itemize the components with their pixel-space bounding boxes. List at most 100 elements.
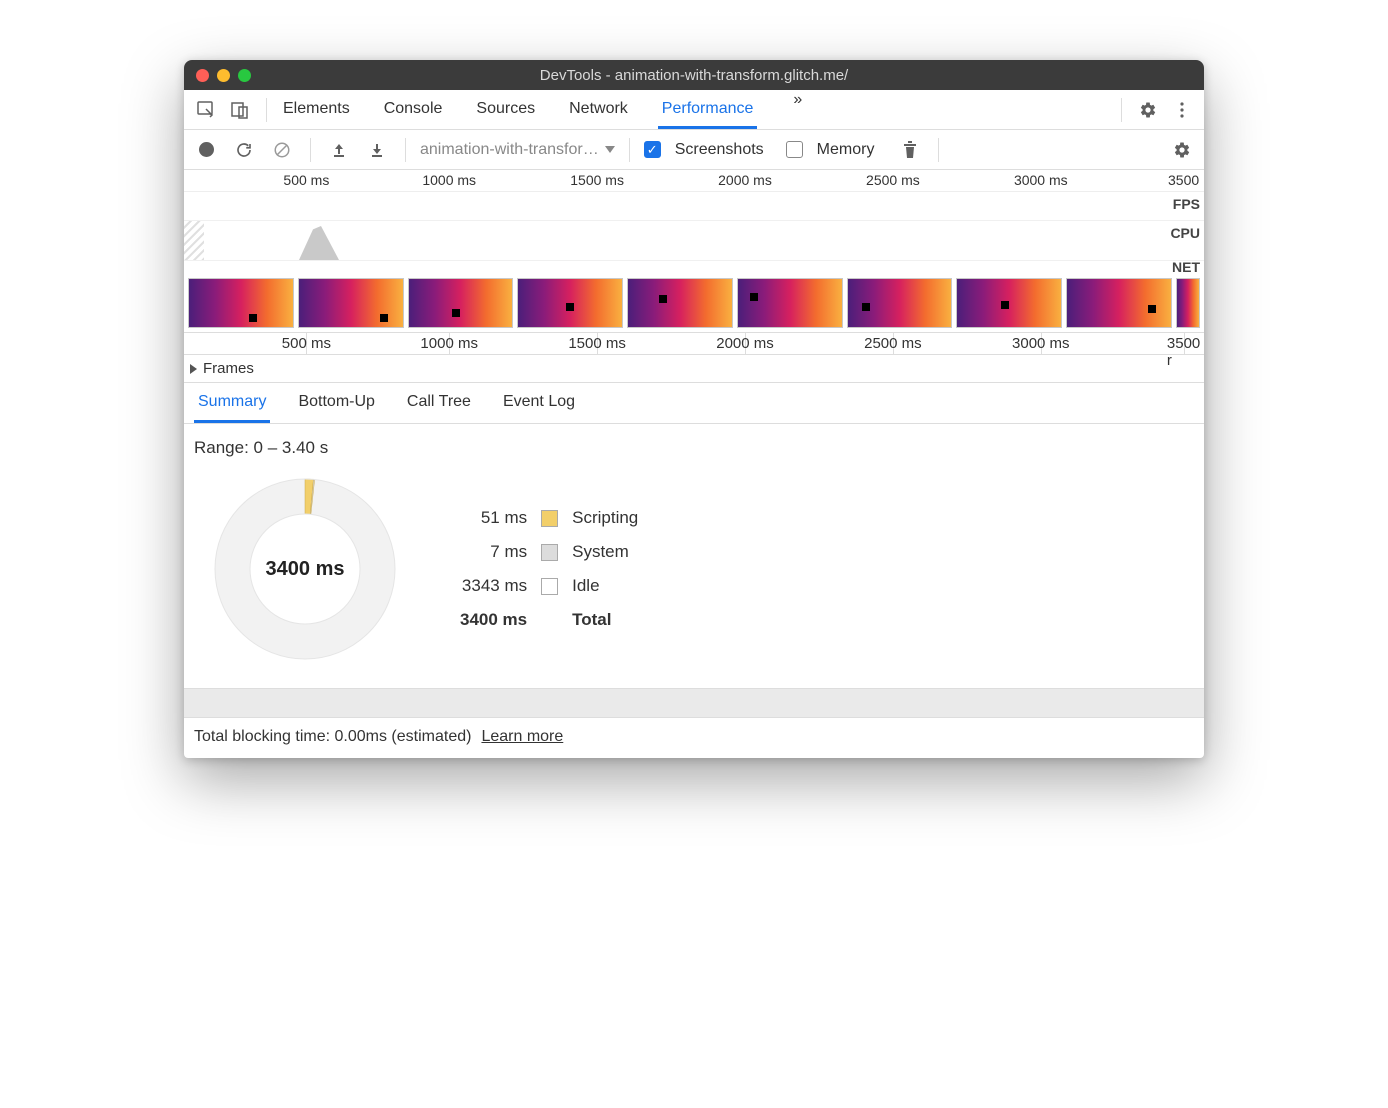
filmstrip-thumb[interactable] — [737, 278, 843, 328]
performance-toolbar: animation-with-transfor… Screenshots Mem… — [184, 130, 1204, 170]
filmstrip-thumb[interactable] — [1066, 278, 1172, 328]
filmstrip-thumb[interactable] — [956, 278, 1062, 328]
titlebar: DevTools - animation-with-transform.glit… — [184, 60, 1204, 90]
minimize-window-button[interactable] — [217, 69, 230, 82]
overview-ruler: 500 ms 1000 ms 1500 ms 2000 ms 2500 ms 3000 m… — [184, 170, 1204, 192]
filmstrip-thumb[interactable] — [408, 278, 514, 328]
settings-icon[interactable] — [1134, 96, 1162, 124]
summary-tabbar: Summary Bottom-Up Call Tree Event Log — [184, 383, 1204, 424]
screenshots-checkbox[interactable] — [644, 141, 661, 158]
animated-square — [249, 314, 257, 322]
footer: Total blocking time: 0.00ms (estimated) … — [184, 718, 1204, 758]
filmstrip — [184, 274, 1204, 332]
delete-profile-button[interactable] — [896, 136, 924, 164]
divider — [310, 138, 311, 162]
traffic-lights — [196, 69, 251, 82]
timeline-tick-label: 500 ms — [282, 335, 331, 352]
resize-bar[interactable] — [184, 688, 1204, 718]
filmstrip-thumb[interactable] — [847, 278, 953, 328]
fps-label: FPS — [1173, 196, 1200, 212]
timeline-tick-label: 2500 ms — [864, 335, 922, 352]
legend-total-label: Total — [572, 610, 638, 630]
tab-event-log[interactable]: Event Log — [499, 383, 579, 423]
ruler-tick-label: 1000 ms — [422, 172, 476, 188]
close-window-button[interactable] — [196, 69, 209, 82]
tab-network[interactable]: Network — [565, 91, 632, 129]
filmstrip-thumb[interactable] — [517, 278, 623, 328]
animated-square — [659, 295, 667, 303]
learn-more-link[interactable]: Learn more — [481, 728, 563, 746]
frames-label: Frames — [203, 360, 254, 377]
animated-square — [1148, 305, 1156, 313]
animated-square — [380, 314, 388, 322]
window-title: DevTools - animation-with-transform.glit… — [184, 67, 1204, 84]
capture-settings-icon[interactable] — [1168, 136, 1196, 164]
legend-swatch — [541, 544, 558, 561]
tab-call-tree[interactable]: Call Tree — [403, 383, 475, 423]
donut-center-label: 3400 ms — [210, 474, 400, 664]
save-profile-button[interactable] — [363, 136, 391, 164]
legend-label: System — [572, 542, 638, 562]
panel-tabs: Elements Console Sources Network Perform… — [279, 91, 812, 129]
frames-row[interactable]: Frames — [184, 355, 1204, 383]
legend-swatch — [541, 578, 558, 595]
ruler-tick-label: 3500 — [1168, 172, 1199, 188]
ruler-tick-label: 2500 ms — [866, 172, 920, 188]
record-button[interactable] — [192, 136, 220, 164]
legend-swatch — [541, 510, 558, 527]
maximize-window-button[interactable] — [238, 69, 251, 82]
cpu-row: CPU — [184, 220, 1204, 260]
timeline-tick-label: 1000 ms — [420, 335, 478, 352]
chevron-down-icon — [605, 146, 615, 153]
clear-button[interactable] — [268, 136, 296, 164]
profile-select[interactable]: animation-with-transfor… — [420, 141, 615, 159]
divider — [266, 98, 267, 122]
main-tabbar: Elements Console Sources Network Perform… — [184, 90, 1204, 130]
range-label: Range: 0 – 3.40 s — [194, 438, 1194, 458]
ruler-tick-label: 3000 ms — [1014, 172, 1068, 188]
ruler-tick-label: 500 ms — [283, 172, 329, 188]
filmstrip-thumb[interactable] — [1176, 278, 1200, 328]
timeline-ruler[interactable]: 500 ms1000 ms1500 ms2000 ms2500 ms3000 m… — [184, 333, 1204, 355]
expand-icon[interactable] — [190, 364, 197, 374]
overview-panel[interactable]: 500 ms 1000 ms 1500 ms 2000 ms 2500 ms 3000 m… — [184, 170, 1204, 333]
screenshots-label: Screenshots — [675, 141, 764, 159]
animated-square — [452, 309, 460, 317]
tab-sources[interactable]: Sources — [472, 91, 539, 129]
tab-elements[interactable]: Elements — [279, 91, 354, 129]
tab-console[interactable]: Console — [380, 91, 447, 129]
timeline-tick-label: 3500 r — [1167, 335, 1200, 369]
cpu-activity — [299, 226, 339, 260]
filmstrip-thumb[interactable] — [188, 278, 294, 328]
kebab-menu-icon[interactable] — [1168, 96, 1196, 124]
legend-label: Scripting — [572, 508, 638, 528]
animated-square — [750, 293, 758, 301]
legend-value: 51 ms — [460, 508, 527, 528]
load-profile-button[interactable] — [325, 136, 353, 164]
more-tabs-button[interactable]: » — [783, 91, 812, 129]
animated-square — [1001, 301, 1009, 309]
divider — [938, 138, 939, 162]
legend-value: 3343 ms — [460, 576, 527, 596]
inspect-icon[interactable] — [192, 96, 220, 124]
divider — [405, 138, 406, 162]
device-toggle-icon[interactable] — [226, 96, 254, 124]
tab-bottom-up[interactable]: Bottom-Up — [294, 383, 378, 423]
timeline-tick-label: 1500 ms — [568, 335, 626, 352]
legend-label: Idle — [572, 576, 638, 596]
legend-value: 7 ms — [460, 542, 527, 562]
divider — [1121, 98, 1122, 122]
reload-record-button[interactable] — [230, 136, 258, 164]
legend-total-value: 3400 ms — [460, 610, 527, 630]
tab-performance[interactable]: Performance — [658, 91, 758, 129]
filmstrip-thumb[interactable] — [298, 278, 404, 328]
animated-square — [566, 303, 574, 311]
ruler-tick-label: 1500 ms — [570, 172, 624, 188]
profile-select-label: animation-with-transfor… — [420, 141, 599, 159]
memory-checkbox[interactable] — [786, 141, 803, 158]
fps-row: FPS — [184, 192, 1204, 220]
tab-summary[interactable]: Summary — [194, 383, 270, 423]
ruler-tick-label: 2000 ms — [718, 172, 772, 188]
filmstrip-thumb[interactable] — [627, 278, 733, 328]
cpu-hatch — [184, 221, 204, 260]
